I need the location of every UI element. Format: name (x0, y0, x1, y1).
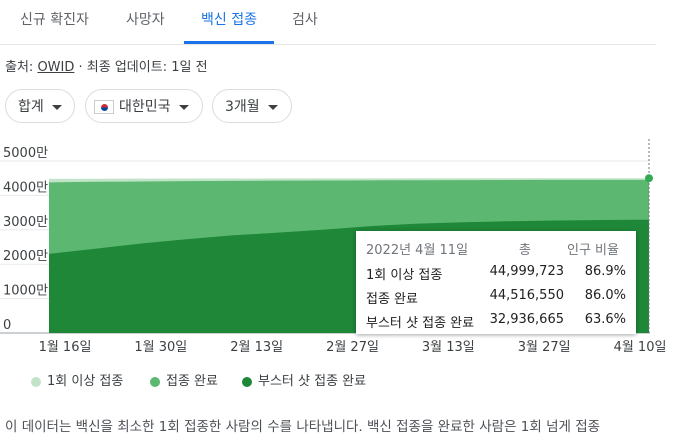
legend-dot-icon (150, 376, 160, 387)
source-updated: · 최종 업데이트: 1일 전 (78, 60, 208, 75)
hover-point (645, 174, 653, 183)
legend-label: 부스터 샷 접종 완료 (258, 374, 367, 389)
x-tick-label: 3월 27일 (518, 340, 571, 355)
tab-deaths[interactable]: 사망자 (126, 0, 165, 44)
y-tick-label: 2000만 (3, 249, 48, 264)
tooltip-col-ratio: 인구 비율 (567, 243, 619, 258)
period-dropdown[interactable]: 3개월 (212, 89, 292, 123)
chart-tooltip: 2022년 4월 11일 총 인구 비율 1회 이상 접종 44,999,723… (356, 231, 636, 334)
tooltip-date: 2022년 4월 11일 (366, 243, 469, 258)
tab-new-cases[interactable]: 신규 확진자 (20, 0, 89, 44)
tooltip-col-total: 총 (519, 243, 531, 258)
period-dropdown-label: 3개월 (225, 99, 260, 115)
source-prefix: 출처: (5, 60, 34, 75)
tab-tests[interactable]: 검사 (292, 0, 318, 44)
y-tick-label: 1000만 (3, 284, 48, 299)
y-tick-label: 3000만 (3, 215, 48, 230)
legend-label: 1회 이상 접종 (47, 374, 124, 389)
legend-item[interactable]: 접종 완료 (150, 370, 218, 389)
chevron-down-icon (178, 104, 189, 110)
chevron-down-icon (267, 104, 278, 110)
total-dropdown-label: 합계 (18, 99, 44, 115)
x-tick-label: 2월 27일 (326, 340, 379, 355)
tooltip-row-label: 부스터 샷 접종 완료 (366, 316, 475, 331)
description-text: 이 데이터는 백신을 최소한 1회 접종한 사람의 수를 나타냅니다. 백신 접… (5, 419, 601, 435)
source-line: 출처: OWID · 최종 업데이트: 1일 전 (5, 56, 208, 75)
y-tick-label: 4000만 (3, 180, 48, 195)
x-tick-label: 3월 13일 (422, 340, 475, 355)
tooltip-row-ratio: 86.9% (584, 264, 626, 279)
tab-bar: 신규 확진자 사망자 백신 접종 검사 (0, 0, 656, 45)
legend-item[interactable]: 부스터 샷 접종 완료 (242, 370, 366, 389)
source-link[interactable]: OWID (37, 60, 74, 75)
country-dropdown-label: 대한민국 (119, 99, 171, 115)
tooltip-row-value: 44,999,723 (489, 264, 564, 279)
total-dropdown[interactable]: 합계 (5, 89, 75, 123)
country-dropdown[interactable]: 대한민국 (85, 89, 203, 123)
tooltip-row-ratio: 63.6% (584, 312, 626, 327)
tooltip-row-label: 1회 이상 접종 (366, 268, 443, 283)
legend-dot-icon (31, 376, 41, 387)
x-tick-label: 4월 10일 (614, 340, 667, 355)
x-tick-label: 1월 16일 (39, 340, 92, 355)
legend-label: 접종 완료 (166, 374, 218, 389)
tooltip-row-label: 접종 완료 (366, 292, 418, 307)
y-tick-label: 5000만 (3, 146, 48, 161)
tooltip-row-ratio: 86.0% (584, 288, 626, 303)
legend-item[interactable]: 1회 이상 접종 (31, 370, 123, 389)
tab-vaccination[interactable]: 백신 접종 (184, 0, 274, 44)
korea-flag-icon (94, 100, 114, 114)
x-tick-label: 2월 13일 (230, 340, 283, 355)
x-tick-label: 1월 30일 (134, 340, 187, 355)
tooltip-row-value: 44,516,550 (489, 288, 564, 303)
tooltip-row-value: 32,936,665 (489, 312, 564, 327)
y-tick-label: 0 (3, 318, 11, 333)
chevron-down-icon (51, 104, 62, 110)
legend-dot-icon (242, 376, 252, 387)
